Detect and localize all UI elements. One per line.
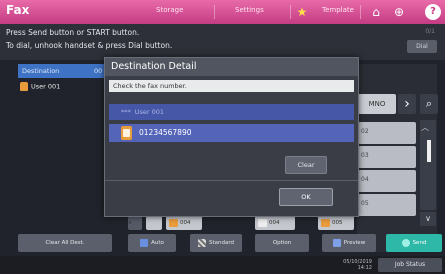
- star-icon[interactable]: ★: [294, 4, 310, 20]
- instruction-area: Press Send button or START button. To di…: [0, 24, 445, 60]
- destination-user-row[interactable]: *** User 001: [109, 104, 354, 120]
- instruction-line-2: To dial, unhook handset & press Dial but…: [6, 41, 173, 50]
- help-icon[interactable]: ?: [425, 4, 441, 20]
- destination-header: Destination 00: [18, 64, 108, 78]
- quick-destination-label: 004: [180, 220, 191, 226]
- user-row-prefix: ***: [121, 108, 131, 116]
- globe-icon[interactable]: ⊕: [391, 4, 407, 20]
- quick-destination-button[interactable]: 004: [255, 216, 295, 230]
- user-row-label: User 001: [134, 108, 165, 116]
- quick-destination-button[interactable]: 004: [166, 216, 202, 230]
- user-icon: [20, 82, 28, 91]
- destination-list-item[interactable]: User 001: [20, 82, 60, 91]
- date-time: 05/10/2019 14:12: [338, 259, 372, 271]
- search-icon[interactable]: ⌕: [420, 94, 438, 114]
- mail-icon: [258, 219, 267, 227]
- dial-button[interactable]: Dial: [407, 40, 437, 53]
- scroll-thumb[interactable]: [427, 140, 431, 162]
- tab-separator: [290, 5, 291, 19]
- auto-label: Auto: [151, 240, 164, 246]
- fax-number-value: 01234567890: [139, 128, 192, 137]
- address-list-item[interactable]: 03: [358, 146, 416, 168]
- home-icon[interactable]: ⌂: [368, 4, 384, 20]
- tab-settings[interactable]: Settings: [235, 6, 264, 14]
- address-list-item[interactable]: 04: [358, 170, 416, 192]
- destination-detail-dialog: Destination Detail Check the fax number.…: [104, 57, 359, 217]
- fax-screen: Fax Storage Settings ★ Template ⌂ ⊕ ? Pr…: [0, 0, 445, 274]
- tab-separator: [360, 5, 361, 19]
- fax-icon: [169, 219, 178, 227]
- address-entry-number: 02: [361, 128, 369, 135]
- fax-icon: [321, 219, 330, 227]
- auto-button[interactable]: Auto: [128, 234, 176, 252]
- fax-number-row[interactable]: 01234567890: [109, 124, 354, 142]
- quick-destination-label: 004: [269, 220, 280, 226]
- job-status-button[interactable]: Job Status: [378, 258, 442, 272]
- ok-button[interactable]: OK: [279, 188, 333, 206]
- address-entry-number: 05: [361, 200, 369, 207]
- standard-label: Standard: [208, 240, 235, 246]
- auto-icon: [140, 238, 149, 247]
- send-button[interactable]: Send: [386, 234, 442, 252]
- dialog-message: Check the fax number.: [109, 80, 354, 92]
- current-time: 14:12: [357, 265, 372, 271]
- quick-destination-label: 005: [332, 220, 343, 226]
- resolution-icon: [197, 238, 206, 247]
- top-bar: Fax Storage Settings ★ Template ⌂ ⊕ ?: [0, 0, 445, 24]
- quick-destination-button[interactable]: 005: [318, 216, 354, 230]
- dialog-divider: [105, 180, 358, 181]
- address-list-item[interactable]: 02: [358, 122, 416, 144]
- instruction-line-1: Press Send button or START button.: [6, 28, 140, 37]
- collapse-arrow-icon[interactable]: ∨: [128, 216, 142, 230]
- list-scrollbar[interactable]: [420, 120, 436, 210]
- tab-storage[interactable]: Storage: [156, 6, 183, 14]
- fax-machine-icon: [121, 126, 132, 140]
- address-list-item[interactable]: 05: [358, 194, 416, 216]
- clear-all-destinations-button[interactable]: Clear All Dest.: [18, 234, 112, 252]
- destination-header-label: Destination: [22, 67, 60, 75]
- clear-button[interactable]: Clear: [285, 156, 327, 174]
- destination-count: 00: [94, 67, 103, 75]
- destination-user-label: User 001: [31, 82, 61, 91]
- tab-template[interactable]: Template: [322, 6, 354, 14]
- send-icon: [401, 238, 410, 247]
- address-entry-number: 03: [361, 152, 369, 159]
- dialog-title: Destination Detail: [105, 58, 358, 76]
- chevron-right-icon[interactable]: ›: [398, 94, 416, 114]
- keypad-icon[interactable]: [146, 216, 162, 230]
- option-button[interactable]: Option: [255, 234, 309, 252]
- preview-label: Preview: [343, 240, 366, 246]
- index-tab-mno[interactable]: MNO: [358, 94, 396, 114]
- chevron-down-icon[interactable]: ∨: [420, 212, 436, 226]
- app-title: Fax: [6, 3, 30, 17]
- tab-separator: [214, 5, 215, 19]
- standard-button[interactable]: Standard: [190, 234, 242, 252]
- address-entry-number: 04: [361, 176, 369, 183]
- preview-icon: [332, 238, 341, 247]
- send-label: Send: [412, 240, 427, 246]
- scroll-up-icon[interactable]: ︿: [421, 122, 429, 133]
- preview-button[interactable]: Preview: [322, 234, 376, 252]
- memory-indicator: 0/1: [425, 28, 435, 35]
